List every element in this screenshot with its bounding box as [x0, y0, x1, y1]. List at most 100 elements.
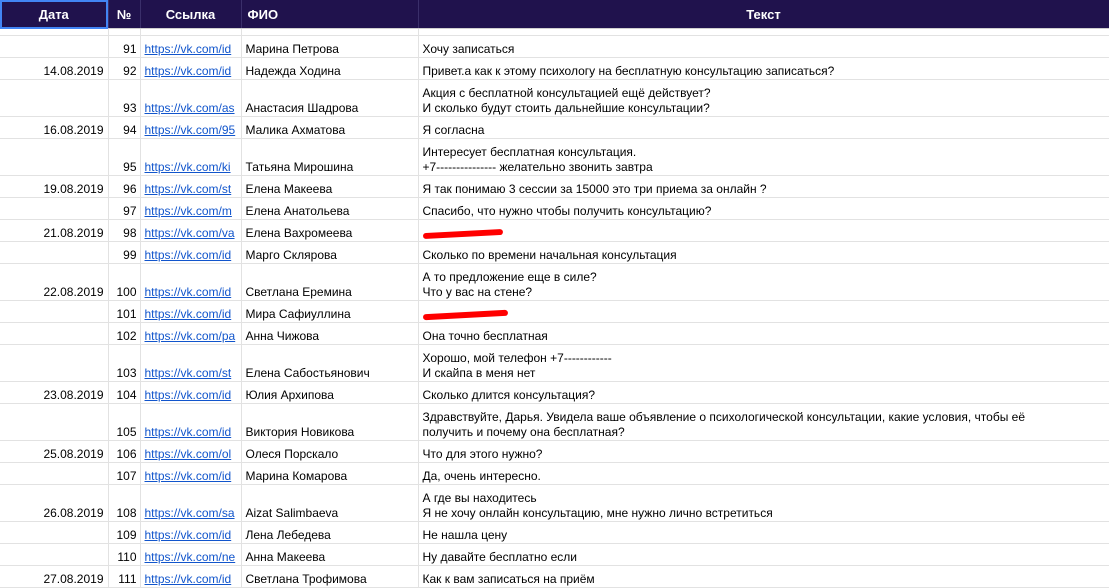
- number-cell[interactable]: 106: [108, 440, 141, 463]
- message-cell[interactable]: Не нашла цену: [418, 521, 1109, 544]
- date-cell[interactable]: [0, 322, 109, 345]
- link-cell[interactable]: https://vk.com/va: [140, 219, 242, 242]
- date-cell[interactable]: 23.08.2019: [0, 381, 109, 404]
- header-link[interactable]: Ссылка: [140, 0, 242, 29]
- number-cell[interactable]: 108: [108, 484, 141, 522]
- date-cell[interactable]: [0, 138, 109, 176]
- link-cell[interactable]: https://vk.com/ne: [140, 543, 242, 566]
- message-cell[interactable]: Что для этого нужно?: [418, 440, 1109, 463]
- date-cell[interactable]: [0, 462, 109, 485]
- name-cell[interactable]: Виктория Новикова: [241, 403, 419, 441]
- name-cell[interactable]: Марго Склярова: [241, 241, 419, 264]
- cell[interactable]: [140, 28, 242, 36]
- header-date[interactable]: Дата: [0, 0, 109, 29]
- link-cell[interactable]: https://vk.com/st: [140, 344, 242, 382]
- number-cell[interactable]: 95: [108, 138, 141, 176]
- date-cell[interactable]: [0, 543, 109, 566]
- message-cell[interactable]: А где вы находитесь Я не хочу онлайн кон…: [418, 484, 1109, 522]
- name-cell[interactable]: Елена Сабостьянович: [241, 344, 419, 382]
- number-cell[interactable]: 107: [108, 462, 141, 485]
- name-cell[interactable]: Светлана Трофимова: [241, 565, 419, 588]
- header-fio[interactable]: ФИО: [241, 0, 419, 29]
- date-cell[interactable]: 19.08.2019: [0, 175, 109, 198]
- number-cell[interactable]: 91: [108, 35, 141, 58]
- message-cell[interactable]: [418, 300, 1109, 323]
- header-num[interactable]: №: [108, 0, 141, 29]
- name-cell[interactable]: Анастасия Шадрова: [241, 79, 419, 117]
- date-cell[interactable]: [0, 521, 109, 544]
- name-cell[interactable]: Лена Лебедева: [241, 521, 419, 544]
- link-cell[interactable]: https://vk.com/id: [140, 300, 242, 323]
- date-cell[interactable]: 25.08.2019: [0, 440, 109, 463]
- link-cell[interactable]: https://vk.com/ol: [140, 440, 242, 463]
- number-cell[interactable]: 103: [108, 344, 141, 382]
- link-cell[interactable]: https://vk.com/id: [140, 462, 242, 485]
- name-cell[interactable]: Елена Анатольева: [241, 197, 419, 220]
- link-cell[interactable]: https://vk.com/id: [140, 263, 242, 301]
- link-cell[interactable]: https://vk.com/id: [140, 403, 242, 441]
- message-cell[interactable]: Спасибо, что нужно чтобы получить консул…: [418, 197, 1109, 220]
- message-cell[interactable]: Сколько длится консультация?: [418, 381, 1109, 404]
- name-cell[interactable]: Aizat Salimbaeva: [241, 484, 419, 522]
- date-cell[interactable]: [0, 197, 109, 220]
- number-cell[interactable]: 105: [108, 403, 141, 441]
- name-cell[interactable]: Юлия Архипова: [241, 381, 419, 404]
- link-cell[interactable]: https://vk.com/95: [140, 116, 242, 139]
- cell[interactable]: [241, 28, 419, 36]
- name-cell[interactable]: Малика Ахматова: [241, 116, 419, 139]
- number-cell[interactable]: 99: [108, 241, 141, 264]
- date-cell[interactable]: 27.08.2019: [0, 565, 109, 588]
- cell[interactable]: [108, 28, 141, 36]
- name-cell[interactable]: Надежда Ходина: [241, 57, 419, 80]
- name-cell[interactable]: Олеся Порскало: [241, 440, 419, 463]
- message-cell[interactable]: Как к вам записаться на приём: [418, 565, 1109, 588]
- number-cell[interactable]: 98: [108, 219, 141, 242]
- number-cell[interactable]: 93: [108, 79, 141, 117]
- date-cell[interactable]: 16.08.2019: [0, 116, 109, 139]
- date-cell[interactable]: [0, 300, 109, 323]
- number-cell[interactable]: 94: [108, 116, 141, 139]
- number-cell[interactable]: 96: [108, 175, 141, 198]
- link-cell[interactable]: https://vk.com/id: [140, 241, 242, 264]
- date-cell[interactable]: [0, 344, 109, 382]
- message-cell[interactable]: Хочу записаться: [418, 35, 1109, 58]
- message-cell[interactable]: А то предложение еще в силе? Что у вас н…: [418, 263, 1109, 301]
- name-cell[interactable]: Светлана Еремина: [241, 263, 419, 301]
- link-cell[interactable]: https://vk.com/id: [140, 565, 242, 588]
- date-cell[interactable]: [0, 241, 109, 264]
- message-cell[interactable]: Сколько по времени начальная консультаци…: [418, 241, 1109, 264]
- message-cell[interactable]: Да, очень интересно.: [418, 462, 1109, 485]
- message-cell[interactable]: Я так понимаю 3 сессии за 15000 это три …: [418, 175, 1109, 198]
- message-cell[interactable]: Привет.а как к этому психологу на беспла…: [418, 57, 1109, 80]
- link-cell[interactable]: https://vk.com/st: [140, 175, 242, 198]
- message-cell[interactable]: Здравствуйте, Дарья. Увидела ваше объявл…: [418, 403, 1109, 441]
- date-cell[interactable]: 26.08.2019: [0, 484, 109, 522]
- message-cell[interactable]: Акция с бесплатной консультацией ещё дей…: [418, 79, 1109, 117]
- name-cell[interactable]: Елена Макеева: [241, 175, 419, 198]
- message-cell[interactable]: [418, 219, 1109, 242]
- link-cell[interactable]: https://vk.com/id: [140, 381, 242, 404]
- link-cell[interactable]: https://vk.com/ki: [140, 138, 242, 176]
- message-cell[interactable]: Ну давайте бесплатно если: [418, 543, 1109, 566]
- date-cell[interactable]: 21.08.2019: [0, 219, 109, 242]
- number-cell[interactable]: 102: [108, 322, 141, 345]
- message-cell[interactable]: Хорошо, мой телефон +7‑‑‑‑‑‑‑‑‑‑‑‑ И ска…: [418, 344, 1109, 382]
- link-cell[interactable]: https://vk.com/sa: [140, 484, 242, 522]
- link-cell[interactable]: https://vk.com/id: [140, 35, 242, 58]
- message-cell[interactable]: Она точно бесплатная: [418, 322, 1109, 345]
- name-cell[interactable]: Татьяна Мирошина: [241, 138, 419, 176]
- name-cell[interactable]: Марина Петрова: [241, 35, 419, 58]
- number-cell[interactable]: 110: [108, 543, 141, 566]
- cell[interactable]: [418, 28, 1109, 36]
- message-cell[interactable]: Интересует бесплатная консультация. +7‑‑…: [418, 138, 1109, 176]
- cell[interactable]: [0, 28, 109, 36]
- number-cell[interactable]: 111: [108, 565, 141, 588]
- message-cell[interactable]: Я согласна: [418, 116, 1109, 139]
- name-cell[interactable]: Марина Комарова: [241, 462, 419, 485]
- name-cell[interactable]: Анна Чижова: [241, 322, 419, 345]
- number-cell[interactable]: 109: [108, 521, 141, 544]
- date-cell[interactable]: [0, 35, 109, 58]
- name-cell[interactable]: Анна Макеева: [241, 543, 419, 566]
- number-cell[interactable]: 92: [108, 57, 141, 80]
- name-cell[interactable]: Елена Вахромеева: [241, 219, 419, 242]
